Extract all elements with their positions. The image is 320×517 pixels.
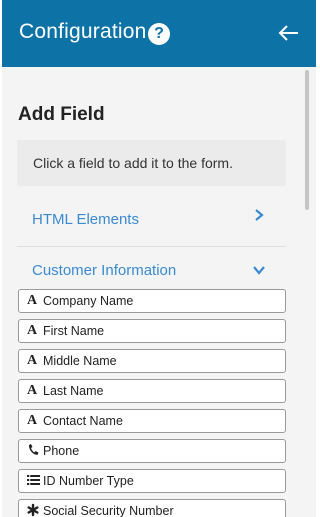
chevron-down-icon [252,263,266,277]
section-title: Add Field [18,104,105,125]
field-company-name[interactable]: A Company Name [18,289,286,313]
arrow-left-icon[interactable] [277,18,301,48]
field-label: Last Name [43,384,104,398]
text-a-icon: A [27,413,38,428]
group-html-elements[interactable]: HTML Elements [17,202,286,238]
field-contact-name[interactable]: A Contact Name [18,409,286,433]
field-label: First Name [43,324,105,338]
text-a-icon: A [27,383,38,398]
chevron-right-icon [252,208,266,222]
group-label: HTML Elements [32,211,139,228]
field-label: Company Name [43,294,134,308]
panel-header: Configuration ? [2,0,316,67]
field-label: Phone [43,444,80,458]
field-label: Social Security Number [43,504,174,517]
text-a-icon: A [27,353,38,368]
group-label: Customer Information [32,262,177,279]
field-social-security-number[interactable]: Social Security Number [18,499,286,517]
phone-icon [27,443,41,459]
field-label: Middle Name [43,354,117,368]
field-middle-name[interactable]: A Middle Name [18,349,286,373]
asterisk-icon [27,503,41,517]
field-id-number-type[interactable]: ID Number Type [18,469,286,493]
text-a-icon: A [27,293,38,308]
field-label: Contact Name [43,414,123,428]
list-icon [27,473,41,489]
field-phone[interactable]: Phone [18,439,286,463]
divider [17,246,286,247]
question-circle-icon[interactable]: ? [148,23,170,45]
configuration-panel: Configuration ? Add Field Click a field … [2,0,316,517]
panel-title: Configuration [19,20,147,43]
scrollbar[interactable] [305,70,309,210]
field-label: ID Number Type [43,474,134,488]
field-first-name[interactable]: A First Name [18,319,286,343]
hint-box: Click a field to add it to the form. [17,140,286,186]
hint-text: Click a field to add it to the form. [33,155,233,171]
panel-body[interactable]: Add Field Click a field to add it to the… [2,67,316,517]
group-customer-information[interactable]: Customer Information [17,253,286,289]
field-last-name[interactable]: A Last Name [18,379,286,403]
text-a-icon: A [27,323,38,338]
